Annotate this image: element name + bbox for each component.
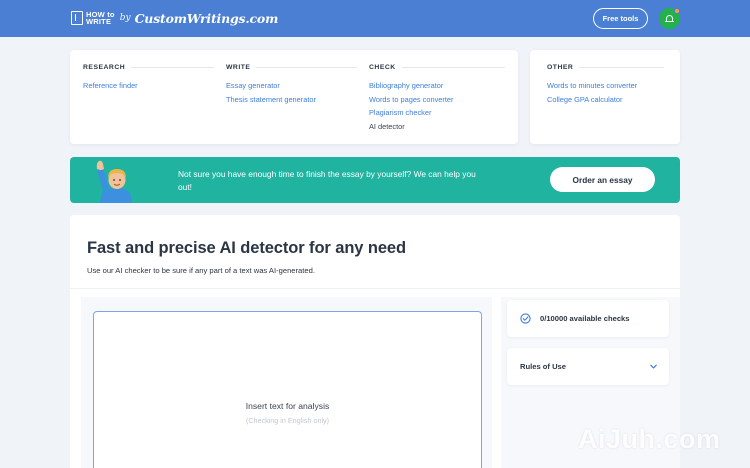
menu-column-write: WRITE Essay generator Thesis statement g… [226, 62, 357, 106]
menu-column-check: CHECK Bibliography generator Words to pa… [369, 62, 505, 133]
page-title: Fast and precise AI detector for any nee… [87, 239, 406, 257]
order-banner: Not sure you have enough time to finish … [70, 157, 680, 203]
book-icon [71, 11, 83, 25]
notification-dot-icon [674, 8, 680, 14]
logo-mark: HOW to WRITE [71, 11, 115, 25]
menu-link-bibliography-generator[interactable]: Bibliography generator [369, 79, 505, 93]
waving-person-icon [94, 157, 138, 203]
menu-column-title: OTHER [547, 63, 574, 71]
logo-by-text: by [119, 13, 131, 23]
top-header: HOW to WRITE by CustomWritings.com Free … [0, 0, 750, 37]
menu-column-other: OTHER Words to minutes converter College… [547, 62, 664, 106]
menu-column-title: CHECK [369, 63, 396, 71]
rules-of-use-accordion[interactable]: Rules of Use [507, 348, 669, 385]
menu-link-words-to-minutes-converter[interactable]: Words to minutes converter [547, 79, 664, 93]
editor-placeholder: Insert text for analysis [245, 401, 330, 411]
site-logo[interactable]: HOW to WRITE by CustomWritings.com [71, 7, 278, 29]
logo-brand-text: CustomWritings.com [134, 10, 279, 26]
menu-link-essay-generator[interactable]: Essay generator [226, 79, 357, 93]
order-essay-button[interactable]: Order an essay [550, 167, 655, 192]
page-subtitle: Use our AI checker to be sure if any par… [87, 266, 315, 275]
bell-icon [665, 14, 674, 23]
menu-link-ai-detector[interactable]: AI detector [369, 120, 505, 134]
text-input-area[interactable]: Insert text for analysis (Checking in En… [93, 311, 482, 468]
logo-write-text: WRITE [86, 17, 112, 26]
divider [401, 66, 505, 68]
menu-link-college-gpa-calculator[interactable]: College GPA calculator [547, 93, 664, 107]
main-panel: Fast and precise AI detector for any nee… [70, 215, 680, 468]
available-checks-card: 0/10000 available checks [507, 300, 669, 337]
menu-link-reference-finder[interactable]: Reference finder [83, 79, 214, 93]
divider [579, 66, 664, 68]
menu-link-plagiarism-checker[interactable]: Plagiarism checker [369, 106, 505, 120]
check-circle-icon [520, 313, 531, 324]
divider [256, 66, 357, 68]
menu-link-thesis-statement-generator[interactable]: Thesis statement generator [226, 93, 357, 107]
divider [131, 66, 214, 68]
editor-language-note: (Checking in English only) [245, 416, 330, 425]
free-tools-button[interactable]: Free tools [593, 8, 648, 29]
menu-column-title: WRITE [226, 63, 251, 71]
other-menu-card: OTHER Words to minutes converter College… [530, 50, 680, 144]
menu-column-title: RESEARCH [83, 63, 126, 71]
tools-menu-card: RESEARCH Reference finder WRITE Essay ge… [70, 50, 518, 144]
available-checks-label: 0/10000 available checks [540, 314, 630, 323]
chevron-down-icon [650, 364, 657, 369]
divider [70, 288, 680, 289]
rules-of-use-label: Rules of Use [520, 362, 566, 371]
menu-column-research: RESEARCH Reference finder [83, 62, 214, 93]
banner-text: Not sure you have enough time to finish … [178, 169, 476, 192]
menu-link-words-to-pages-converter[interactable]: Words to pages converter [369, 93, 505, 107]
